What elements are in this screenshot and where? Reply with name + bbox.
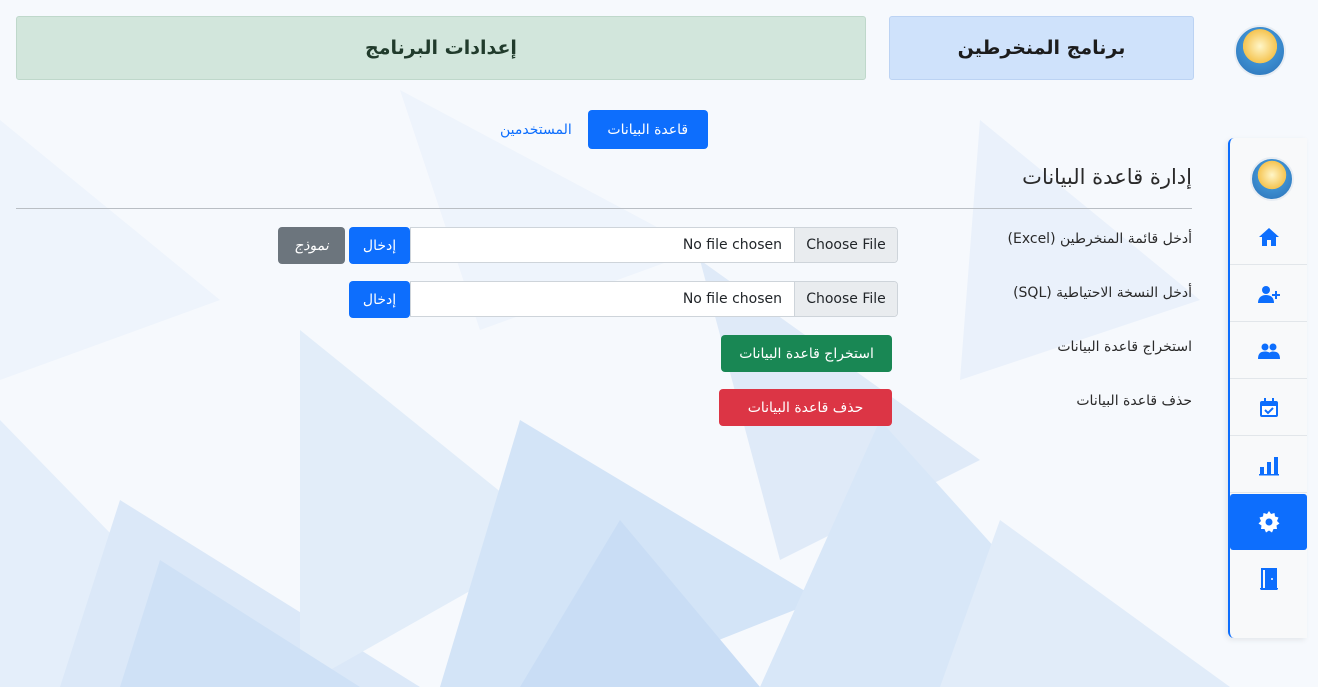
delete-db-button[interactable]: حذف قاعدة البيانات [719, 389, 892, 426]
users-icon [1257, 343, 1280, 359]
settings-tabs: المستخدمين قاعدة البيانات [500, 110, 708, 149]
excel-submit-button[interactable]: إدخال [349, 227, 410, 264]
settings-title-header: إعدادات البرنامج [16, 16, 866, 80]
door-exit-icon [1259, 568, 1278, 590]
tab-users[interactable]: المستخدمين [500, 122, 572, 138]
sidebar-item-settings[interactable] [1230, 494, 1307, 550]
sidebar-item-home[interactable] [1230, 209, 1307, 265]
sidebar-item-calendar[interactable] [1230, 380, 1307, 436]
excel-choose-file-button[interactable]: Choose File [794, 228, 897, 262]
export-db-label: استخراج قاعدة البيانات [1057, 339, 1192, 355]
calendar-check-icon [1259, 397, 1278, 417]
sidebar-item-add-member[interactable] [1230, 266, 1307, 322]
gear-icon [1258, 511, 1279, 533]
export-db-button[interactable]: استخراج قاعدة البيانات [721, 335, 892, 372]
sql-file-status: No file chosen [682, 291, 782, 307]
page-title: إدارة قاعدة البيانات [1022, 165, 1192, 189]
excel-template-button[interactable]: نموذج [278, 227, 345, 264]
app-logo [1234, 25, 1286, 77]
sql-submit-button[interactable]: إدخال [349, 281, 410, 318]
title-divider [16, 208, 1192, 209]
sidebar-item-statistics[interactable] [1230, 437, 1307, 493]
sql-choose-file-button[interactable]: Choose File [794, 282, 897, 316]
excel-file-input[interactable]: No file chosen Choose File [410, 227, 898, 263]
sql-file-input[interactable]: No file chosen Choose File [410, 281, 898, 317]
excel-file-status: No file chosen [682, 237, 782, 253]
sidebar [1228, 138, 1307, 638]
user-plus-icon [1257, 285, 1280, 303]
tab-database[interactable]: قاعدة البيانات [587, 110, 708, 149]
bar-chart-icon [1258, 456, 1279, 475]
sidebar-logo [1250, 157, 1294, 201]
home-icon [1258, 227, 1279, 246]
sidebar-item-members[interactable] [1230, 323, 1307, 379]
app-title-header: برنامج المنخرطين [889, 16, 1194, 80]
sidebar-item-logout[interactable] [1230, 551, 1307, 607]
excel-import-label: أدخل قائمة المنخرطين (Excel) [1007, 231, 1192, 247]
sql-import-label: أدخل النسخة الاحتياطية (SQL) [1013, 285, 1192, 301]
delete-db-label: حذف قاعدة البيانات [1076, 393, 1192, 409]
